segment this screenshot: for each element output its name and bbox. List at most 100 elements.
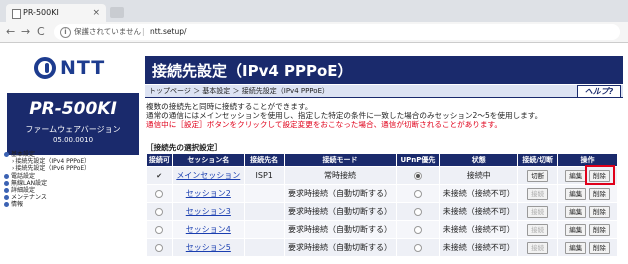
enable-cell: ✔ — [146, 166, 173, 185]
title-banner: 接続先設定（IPv4 PPPoE） — [145, 56, 623, 84]
table-row: セッション2 要求時接続（自動切断する） 未接続（接続不可） 接続 編集 削除 — [146, 184, 618, 203]
connect-cell: 接続 — [517, 202, 559, 221]
actions-cell: 編集 削除 — [557, 238, 618, 257]
sidebar-item-label: 基本設定 — [11, 151, 36, 158]
session-link[interactable]: セッション2 — [186, 189, 231, 198]
connection-mode-cell: 要求時接続（自動切断する） — [284, 184, 397, 203]
enable-cell — [146, 238, 173, 257]
session-link[interactable]: メインセッション — [176, 171, 240, 180]
ntt-logo-icon — [34, 57, 56, 79]
edit-button[interactable]: 編集 — [565, 187, 587, 200]
warning-text: 通信中に［設定］ボタンをクリックして設定変更をおこなった場合、通信が切断されるこ… — [146, 120, 502, 129]
info-icon[interactable]: i — [60, 27, 71, 38]
sidebar-item-label: 詳細設定 — [11, 187, 36, 195]
section-title: ［接続先の選択設定］ — [146, 143, 222, 152]
upnp-radio[interactable] — [413, 171, 422, 180]
session-link[interactable]: セッション3 — [186, 207, 231, 216]
sidebar-item-label: 電話設定 — [11, 172, 36, 180]
disconnect-button[interactable]: 切断 — [527, 169, 549, 182]
column-header: セッション名 — [171, 153, 245, 167]
column-header: 状態 — [439, 153, 519, 167]
description: 複数の接続先と同時に接続することができます。 通常の通信にはメインセッションを使… — [146, 102, 542, 129]
breadcrumb-bar: トップページ ＞ 基本設定 ＞ 接続先設定（IPv4 PPPoE） ヘルプ? — [145, 85, 623, 98]
tab-title: PR-500KI — [23, 8, 59, 17]
session-link[interactable]: セッション5 — [186, 243, 231, 252]
sidebar-item-label: 接続先設定（IPv6 PPPoE） — [15, 165, 91, 173]
actions-cell: 編集 削除 — [557, 220, 618, 239]
security-status: 保護されていません — [74, 27, 142, 36]
breadcrumb[interactable]: トップページ ＞ 基本設定 ＞ 接続先設定（IPv4 PPPoE） — [149, 86, 329, 96]
page-icon — [12, 9, 21, 19]
edit-button[interactable]: 編集 — [565, 205, 587, 218]
reload-icon[interactable]: C — [37, 24, 45, 40]
table-row: ✔ メインセッション ISP1 常時接続 接続中 切断 編集 削除 — [146, 166, 618, 185]
session-name-cell: セッション5 — [172, 238, 245, 257]
connect-button: 接続 — [527, 241, 549, 254]
enable-checkbox[interactable] — [155, 207, 164, 216]
sidebar-item-2[interactable]: ›接続先設定（IPv6 PPPoE） — [4, 165, 90, 172]
close-icon[interactable]: × — [92, 4, 100, 22]
column-header: UPnP優先 — [395, 153, 441, 167]
actions-cell: 編集 削除 — [557, 202, 618, 221]
session-link[interactable]: セッション4 — [186, 225, 231, 234]
session-name-cell: セッション3 — [172, 202, 245, 221]
edit-button[interactable]: 編集 — [565, 223, 587, 236]
delete-button[interactable]: 削除 — [588, 205, 610, 218]
status-cell: 未接続（接続不可） — [439, 184, 519, 203]
status-cell: 接続中 — [439, 166, 519, 185]
edit-button[interactable]: 編集 — [565, 169, 587, 182]
upnp-cell — [396, 166, 441, 185]
status-cell: 未接続（接続不可） — [439, 202, 519, 221]
column-header: 接続/切断 — [517, 153, 559, 167]
table-row: セッション3 要求時接続（自動切断する） 未接続（接続不可） 接続 編集 削除 — [146, 202, 618, 221]
connection-mode-cell: 要求時接続（自動切断する） — [284, 238, 397, 257]
upnp-radio[interactable] — [413, 225, 422, 234]
back-icon[interactable]: ← — [6, 24, 15, 40]
ntt-logo: NTT — [34, 57, 114, 83]
url-field[interactable]: i 保護されていません | ntt.setup/ — [54, 24, 620, 40]
upnp-radio[interactable] — [413, 207, 422, 216]
url-text[interactable]: ntt.setup/ — [150, 24, 187, 40]
sidebar-item-5[interactable]: 詳細設定 — [4, 187, 90, 194]
forward-icon[interactable]: → — [21, 24, 30, 40]
sidebar-item-4[interactable]: 無線LAN設定 — [4, 180, 90, 187]
model-name: PR-500KI — [29, 99, 117, 119]
column-header: 接続可 — [146, 153, 173, 167]
connect-cell: 接続 — [517, 184, 559, 203]
table-row: セッション4 要求時接続（自動切断する） 未接続（接続不可） 接続 編集 削除 — [146, 220, 618, 239]
delete-button[interactable]: 削除 — [588, 223, 610, 236]
firmware-label: ファームウェアバージョン — [25, 125, 121, 134]
enable-checkbox[interactable] — [155, 243, 164, 252]
bullet-icon — [4, 152, 9, 157]
delete-button[interactable]: 削除 — [588, 187, 610, 200]
enable-checkbox[interactable] — [155, 225, 164, 234]
delete-highlight-box — [585, 165, 615, 185]
upnp-radio[interactable] — [413, 189, 422, 198]
session-name-cell: メインセッション — [172, 166, 245, 185]
description-line-2: 通常の通信にはメインセッションを使用し、指定した特定の条件に一致した場合のみセッ… — [146, 111, 543, 120]
session-name-cell: セッション4 — [172, 220, 245, 239]
delete-button[interactable]: 削除 — [588, 241, 610, 254]
firmware-version: 05.00.0010 — [52, 136, 94, 144]
column-header: 接続先名 — [243, 153, 285, 167]
browser-tab[interactable]: PR-500KI × — [6, 4, 106, 22]
upnp-cell — [396, 184, 441, 203]
connect-cell: 接続 — [517, 220, 559, 239]
description-line-1: 複数の接続先と同時に接続することができます。 — [146, 102, 313, 111]
connection-mode-cell: 常時接続 — [284, 166, 397, 185]
bullet-icon — [4, 195, 9, 201]
enable-cell — [146, 202, 173, 221]
page-title: 接続先設定（IPv4 PPPoE） — [152, 62, 353, 80]
sidebar-item-3[interactable]: 電話設定 — [4, 173, 90, 180]
edit-button[interactable]: 編集 — [565, 241, 587, 254]
sidebar-item-7[interactable]: 情報 — [4, 201, 90, 208]
bullet-icon — [4, 173, 9, 179]
enable-checkbox[interactable] — [155, 189, 164, 198]
upnp-radio[interactable] — [413, 243, 422, 252]
column-header: 接続モード — [283, 153, 397, 167]
sidebar-menu: 基本設定 ›接続先設定（IPv4 PPPoE） ›接続先設定（IPv6 PPPoE）… — [4, 151, 90, 209]
help-button[interactable]: ヘルプ? — [577, 85, 621, 98]
connect-button: 接続 — [527, 205, 549, 218]
new-tab-button[interactable] — [110, 7, 124, 18]
destination-cell — [244, 238, 285, 257]
